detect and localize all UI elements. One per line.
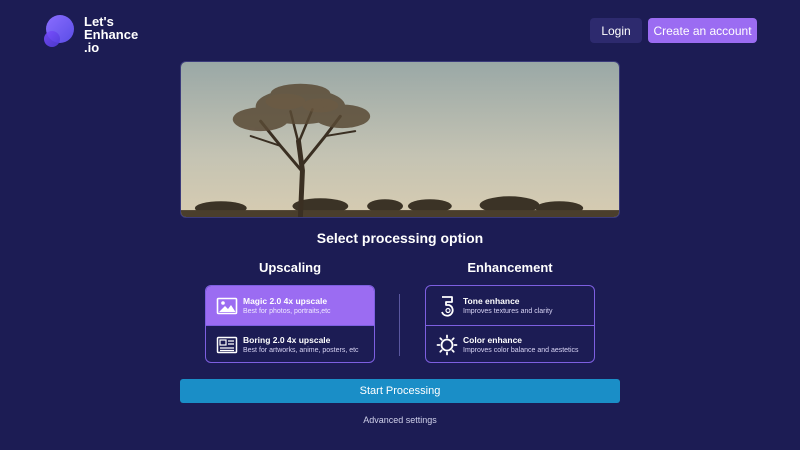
- start-processing-button[interactable]: Start Processing: [180, 379, 620, 403]
- enhancement-title: Enhancement: [467, 260, 553, 275]
- tone-icon: [436, 295, 458, 317]
- create-account-button[interactable]: Create an account: [648, 18, 757, 43]
- option-name: Magic 2.0 4x upscale: [243, 295, 328, 306]
- option-desc: Improves color balance and aestetics: [463, 347, 579, 354]
- option-name: Boring 2.0 4x upscale: [243, 335, 331, 345]
- option-desc: Best for photos, portraits,etc: [243, 307, 331, 315]
- preview-photo: [181, 62, 619, 217]
- newspaper-icon: [216, 334, 238, 356]
- image-icon: [216, 295, 238, 317]
- option-desc: Best for artworks, anime, posters, etc: [243, 347, 359, 354]
- image-preview: [180, 61, 620, 218]
- logo-line-3: .io: [84, 40, 100, 55]
- login-button[interactable]: Login: [590, 18, 642, 43]
- option-magic-upscale[interactable]: Magic 2.0 4x upscale Best for photos, po…: [206, 286, 374, 325]
- logo-text: Let's Enhance .io: [84, 15, 138, 54]
- option-name: Tone enhance: [463, 295, 520, 306]
- column-divider: [399, 294, 400, 356]
- sun-icon: [436, 334, 458, 356]
- enhancement-options: Tone enhance Improves textures and clari…: [425, 285, 595, 363]
- logo-icon: [44, 15, 76, 49]
- advanced-settings-link[interactable]: Advanced settings: [0, 415, 800, 425]
- section-title: Select processing option: [316, 230, 484, 246]
- option-desc: Improves textures and clarity: [463, 307, 553, 315]
- option-boring-upscale[interactable]: Boring 2.0 4x upscale Best for artworks,…: [206, 325, 374, 362]
- upscaling-title: Upscaling: [258, 260, 322, 275]
- option-color-enhance[interactable]: Color enhance Improves color balance and…: [426, 325, 594, 362]
- logo[interactable]: Let's Enhance .io: [44, 15, 138, 54]
- option-tone-enhance[interactable]: Tone enhance Improves textures and clari…: [426, 286, 594, 325]
- upscaling-options: Magic 2.0 4x upscale Best for photos, po…: [205, 285, 375, 363]
- option-name: Color enhance: [463, 335, 523, 345]
